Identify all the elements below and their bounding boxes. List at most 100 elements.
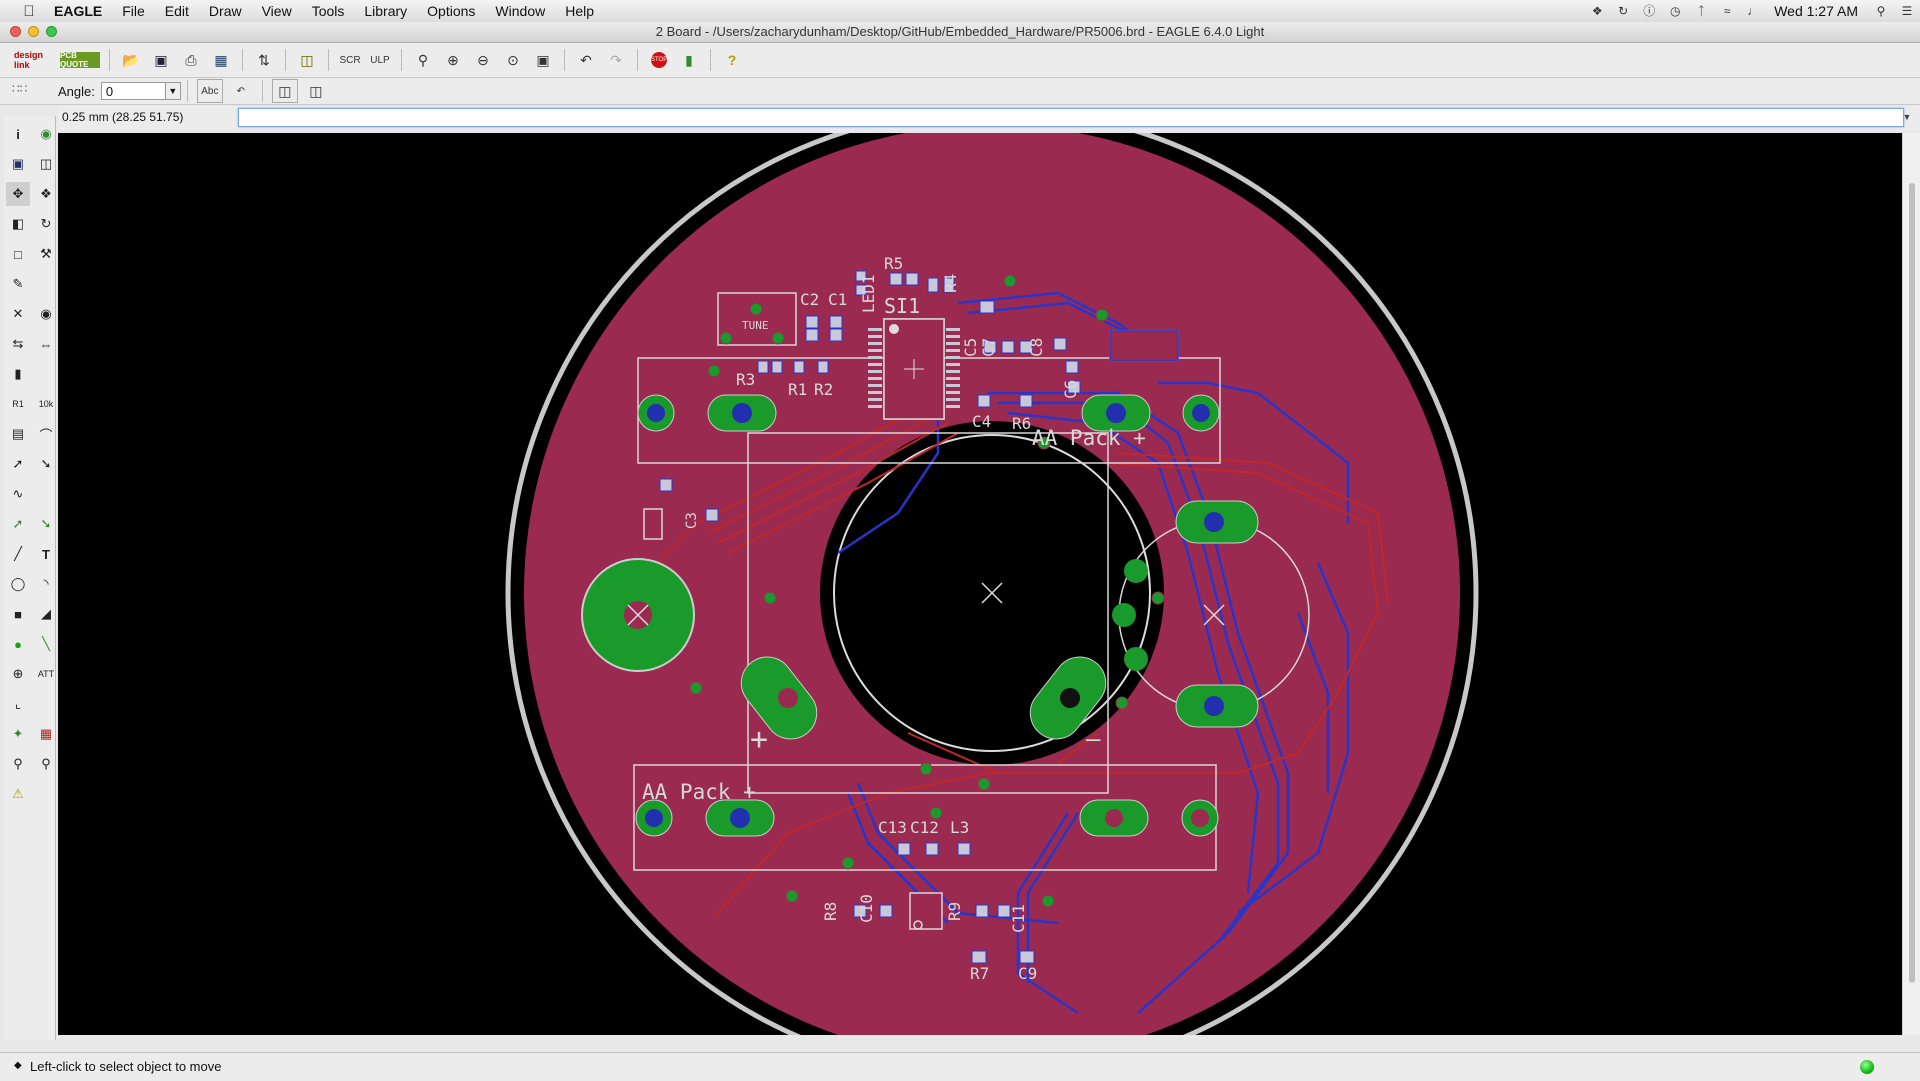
autoroute-icon[interactable]: ➘ <box>34 512 58 536</box>
redo-icon[interactable]: ↷ <box>604 49 628 71</box>
mirror-icon[interactable]: ◧ <box>6 212 30 236</box>
use-library-icon[interactable]: ◫ <box>295 49 319 71</box>
dimension-icon[interactable]: ⌞ <box>6 692 30 716</box>
hole-icon[interactable]: ⊕ <box>6 662 30 686</box>
menu-view[interactable]: View <box>252 3 302 19</box>
save-icon[interactable]: ▣ <box>149 49 173 71</box>
smash-icon[interactable]: 10k <box>34 392 58 416</box>
signal-icon[interactable]: ╲ <box>34 632 58 656</box>
show-icon[interactable]: ◉ <box>34 122 58 146</box>
design-link-button[interactable]: design link <box>14 49 54 71</box>
ulp-icon[interactable]: ULP <box>368 49 392 71</box>
chevron-down-icon[interactable]: ▼ <box>164 83 180 99</box>
attribute-icon[interactable]: ATT <box>34 662 58 686</box>
help-icon[interactable]: ⓘ <box>1641 4 1657 18</box>
zoom-in-icon[interactable]: ⊕ <box>441 49 465 71</box>
open-folder-icon[interactable]: 📂 <box>119 49 143 71</box>
sync-icon[interactable]: ↻ <box>1615 4 1631 18</box>
menu-draw[interactable]: Draw <box>199 3 252 19</box>
stop-icon[interactable]: STOP <box>647 49 671 71</box>
menu-help[interactable]: Help <box>555 3 604 19</box>
menu-library[interactable]: Library <box>354 3 417 19</box>
menubar-clock[interactable]: Wed 1:27 AM <box>1774 3 1858 19</box>
change-icon[interactable]: ⚒ <box>34 242 58 266</box>
go-icon[interactable]: ▮ <box>677 49 701 71</box>
via-icon[interactable]: ● <box>6 632 30 656</box>
value-icon[interactable]: R1 <box>6 392 30 416</box>
menu-app[interactable]: EAGLE <box>40 3 112 19</box>
optimize-icon[interactable]: ∿ <box>6 482 30 506</box>
miter-icon[interactable]: ⌒ <box>34 422 58 446</box>
vertical-scrollbar[interactable] <box>1902 133 1920 1035</box>
blank-icon[interactable] <box>34 272 58 296</box>
info-icon[interactable]: i <box>6 122 30 146</box>
polygon-icon[interactable]: ◢ <box>34 602 58 626</box>
blank-icon[interactable] <box>34 692 58 716</box>
grid-icon[interactable]: ∷∷ <box>12 82 52 100</box>
board-canvas[interactable]: TUNE SI1 C2 C1 R5 R4 LED1 R3 R1 R2 C4 R6… <box>58 133 1902 1035</box>
copy-icon[interactable]: ❖ <box>34 182 58 206</box>
menu-file[interactable]: File <box>112 3 155 19</box>
print-icon[interactable]: ⎙ <box>179 49 203 71</box>
auto-icon[interactable]: ▦ <box>34 722 58 746</box>
bluetooth-icon[interactable]: ᛏ <box>1693 4 1709 18</box>
arc-icon[interactable]: ◝ <box>34 572 58 596</box>
pcb-quote-button[interactable]: PCB QUOTE <box>60 51 100 69</box>
zoom-select-icon[interactable]: ▣ <box>531 49 555 71</box>
add-icon[interactable]: ◉ <box>34 302 58 326</box>
zoom-fit-icon[interactable]: ⚲ <box>411 49 435 71</box>
chevron-down-icon[interactable]: ▼ <box>1900 109 1914 126</box>
spotlight-icon[interactable]: ⚲ <box>1873 4 1889 18</box>
text-icon[interactable]: T <box>34 542 58 566</box>
help-question-icon[interactable]: ? <box>720 49 744 71</box>
wire-icon[interactable]: ➚ <box>6 512 30 536</box>
cam-processor-icon[interactable]: ▦ <box>209 49 233 71</box>
ratsnest-icon[interactable]: ✦ <box>6 722 30 746</box>
lock-icon[interactable]: ⇔ <box>34 332 58 356</box>
delete-icon[interactable]: ✕ <box>6 302 30 326</box>
angle-combo[interactable]: 0 ▼ <box>100 82 181 100</box>
name-icon[interactable]: ▮ <box>6 362 30 386</box>
time-machine-icon[interactable]: ◷ <box>1667 4 1683 18</box>
menu-list-icon[interactable]: ☰ <box>1899 4 1915 18</box>
errors-icon[interactable]: ⚲ <box>34 752 58 776</box>
group-icon[interactable]: □ <box>6 242 30 266</box>
menu-tools[interactable]: Tools <box>302 3 355 19</box>
ripup-icon[interactable]: ➘ <box>34 452 58 476</box>
scroll-thumb[interactable] <box>1909 183 1915 983</box>
spin-text-icon[interactable]: ↶ <box>229 80 253 102</box>
rotate-icon[interactable]: ↻ <box>34 212 58 236</box>
switch-schematic-icon[interactable]: ⇅ <box>252 49 276 71</box>
volume-icon[interactable]: ♩ <box>1745 4 1761 18</box>
warning-icon[interactable]: ⚠ <box>6 782 30 806</box>
script-icon[interactable]: SCR <box>338 49 362 71</box>
drc-icon[interactable]: ⚲ <box>6 752 30 776</box>
layer-view-icon[interactable]: ◫ <box>271 79 298 103</box>
wifi-icon[interactable]: ≈ <box>1719 4 1735 18</box>
apple-icon[interactable]:  <box>18 3 40 20</box>
rectangle-icon[interactable]: ■ <box>6 602 30 626</box>
circle-icon[interactable]: ◯ <box>6 572 30 596</box>
panel-icon[interactable]: ◫ <box>304 80 328 102</box>
replace-icon[interactable]: ⇆ <box>6 332 30 356</box>
blank-icon[interactable] <box>34 362 58 386</box>
split-icon[interactable]: ▤ <box>6 422 30 446</box>
command-input[interactable] <box>238 108 1904 127</box>
zoom-out-icon[interactable]: ⊖ <box>471 49 495 71</box>
redraw-icon[interactable]: ⊙ <box>501 49 525 71</box>
line-icon[interactable]: ╱ <box>6 542 30 566</box>
mark-icon[interactable]: ◫ <box>34 152 58 176</box>
angle-label: Angle: <box>58 83 95 99</box>
move-icon[interactable]: ✥ <box>6 182 30 206</box>
menu-window[interactable]: Window <box>485 3 555 19</box>
display-layers-icon[interactable]: ▣ <box>6 152 30 176</box>
pcb-board-svg[interactable]: TUNE SI1 C2 C1 R5 R4 LED1 R3 R1 R2 C4 R6… <box>58 133 1902 1035</box>
menu-options[interactable]: Options <box>417 3 485 19</box>
route-icon[interactable]: ➚ <box>6 452 30 476</box>
mirror-text-icon[interactable]: Abc <box>196 79 223 103</box>
undo-icon[interactable]: ↶ <box>574 49 598 71</box>
dropbox-icon[interactable]: ❖ <box>1589 4 1605 18</box>
menu-edit[interactable]: Edit <box>155 3 199 19</box>
paste-icon[interactable]: ✎ <box>6 272 30 296</box>
blank-icon[interactable] <box>34 482 58 506</box>
